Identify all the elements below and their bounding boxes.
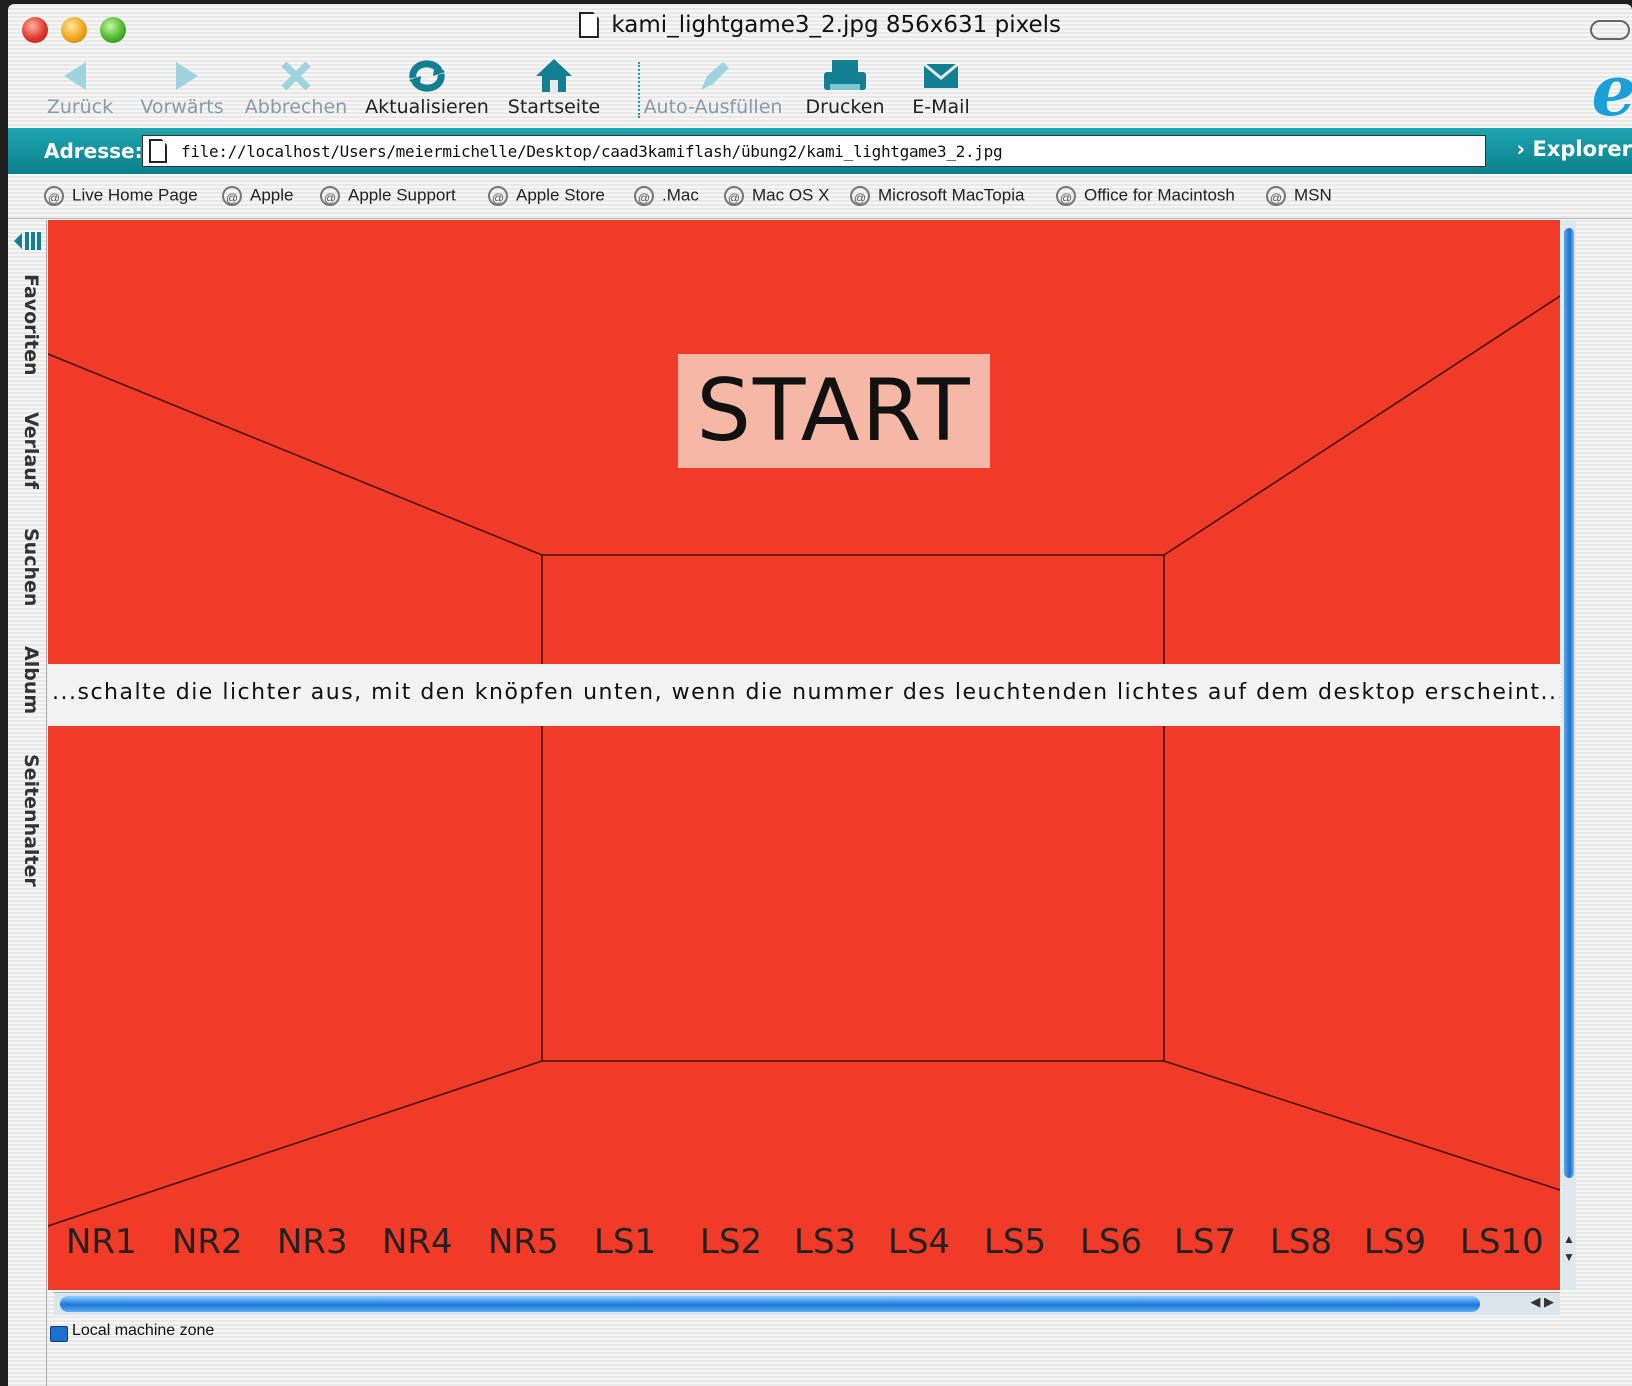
side-tab-favoriten[interactable]: Favoriten (12, 274, 42, 376)
favorite-office-for-macintosh[interactable]: @ Office for Macintosh (1056, 185, 1235, 206)
favorite-apple-support[interactable]: @ Apple Support (320, 185, 456, 206)
zone-icon (50, 1326, 68, 1342)
game-canvas: START ...schalte die lichter aus, mit de… (48, 220, 1560, 1290)
horizontal-scrollbar[interactable]: ◀ ▶ (54, 1292, 1560, 1315)
window-title: kami_lightgame3_2.jpg 856x631 pixels (611, 12, 1062, 38)
forward-label: Vorwärts (140, 96, 224, 118)
print-label: Drucken (805, 96, 885, 118)
favorite-microsoft-mactopia[interactable]: @ Microsoft MacTopia (850, 185, 1024, 206)
side-tab-album[interactable]: Album (12, 646, 42, 714)
button-ls9[interactable]: LS9 (1364, 1222, 1426, 1262)
button-ls10[interactable]: LS10 (1460, 1222, 1544, 1262)
page-document-icon (149, 139, 167, 163)
toolbar: Zurück Vorwärts Abbrechen Aktualisieren (8, 52, 1632, 128)
back-label: Zurück (46, 96, 114, 118)
forward-arrow-icon (176, 62, 198, 90)
vertical-scroll-arrows[interactable]: ▲ ▼ (1562, 1230, 1576, 1266)
button-ls3[interactable]: LS3 (794, 1222, 856, 1262)
envelope-icon (923, 62, 959, 88)
button-ls7[interactable]: LS7 (1174, 1222, 1236, 1262)
stop-label: Abbrechen (244, 96, 348, 118)
favorite-apple-store[interactable]: @ Apple Store (488, 185, 605, 206)
address-bar: Adresse: file://localhost/Users/meiermic… (8, 128, 1632, 174)
print-button[interactable]: Drucken (800, 56, 890, 124)
at-sign-icon: @ (724, 185, 744, 206)
at-sign-icon: @ (850, 185, 870, 206)
side-tab-verlauf[interactable]: Verlauf (12, 412, 42, 489)
status-bar: Local machine zone (8, 1316, 1632, 1346)
horizontal-scroll-thumb[interactable] (60, 1296, 1480, 1312)
home-icon (536, 59, 572, 92)
button-nr1[interactable]: NR1 (66, 1222, 137, 1262)
start-button[interactable]: START (678, 354, 990, 468)
explorer-sidebar-tabs: Favoriten Verlauf Suchen Album Seitenhal… (8, 220, 47, 1386)
mail-label: E-Mail (912, 96, 970, 118)
side-tab-seitenhalter[interactable]: Seitenhalter (12, 754, 42, 887)
button-ls6[interactable]: LS6 (1080, 1222, 1142, 1262)
refresh-button[interactable]: Aktualisieren (364, 56, 490, 124)
favorite-live-home-page[interactable]: @ Live Home Page (44, 185, 198, 206)
autofill-icon (701, 62, 729, 90)
at-sign-icon: @ (488, 185, 508, 206)
at-sign-icon: @ (1056, 185, 1076, 206)
explorer-label: Explorer (1532, 137, 1632, 161)
at-sign-icon: @ (222, 185, 242, 206)
favorite-dotmac[interactable]: @ .Mac (634, 185, 699, 206)
address-label: Adresse: (44, 139, 143, 163)
button-nr3[interactable]: NR3 (277, 1222, 348, 1262)
button-ls4[interactable]: LS4 (888, 1222, 950, 1262)
title-bar: kami_lightgame3_2.jpg 856x631 pixels (8, 4, 1632, 52)
back-arrow-icon (64, 62, 86, 90)
status-zone-text: Local machine zone (72, 1322, 215, 1339)
browser-window: kami_lightgame3_2.jpg 856x631 pixels Zur… (8, 4, 1632, 1386)
vertical-scroll-thumb[interactable] (1564, 228, 1574, 1178)
home-button[interactable]: Startseite (506, 56, 602, 124)
horizontal-scroll-arrows[interactable]: ◀ ▶ (1530, 1294, 1554, 1310)
stop-button[interactable]: Abbrechen (244, 56, 348, 124)
at-sign-icon: @ (634, 185, 654, 206)
button-ls5[interactable]: LS5 (984, 1222, 1046, 1262)
mail-button[interactable]: E-Mail (906, 56, 976, 124)
address-input[interactable]: file://localhost/Users/meiermichelle/Des… (142, 135, 1486, 167)
at-sign-icon: @ (320, 185, 340, 206)
document-icon (578, 12, 599, 38)
favorite-msn[interactable]: @ MSN (1266, 185, 1332, 206)
autofill-button[interactable]: Auto-Ausfüllen (638, 56, 788, 124)
button-ls2[interactable]: LS2 (700, 1222, 762, 1262)
forward-button[interactable]: Vorwärts (136, 56, 228, 124)
instruction-text: ...schalte die lichter aus, mit den knöp… (48, 664, 1560, 726)
favorite-apple[interactable]: @ Apple (222, 185, 293, 206)
favorite-mac-os-x[interactable]: @ Mac OS X (724, 185, 829, 206)
toolbar-toggle-button[interactable] (1590, 20, 1630, 40)
button-nr2[interactable]: NR2 (172, 1222, 243, 1262)
button-ls1[interactable]: LS1 (594, 1222, 656, 1262)
refresh-icon (409, 60, 445, 92)
back-button[interactable]: Zurück (44, 56, 116, 124)
address-url[interactable]: file://localhost/Users/meiermichelle/Des… (181, 142, 1003, 161)
vertical-scrollbar[interactable] (1562, 220, 1576, 1290)
explorer-link[interactable]: › Explorer (1517, 137, 1632, 161)
favorites-bar: @ Live Home Page @ Apple @ Apple Support @ A… (8, 174, 1632, 219)
stop-x-icon (281, 61, 311, 91)
refresh-label: Aktualisieren (365, 96, 489, 118)
printer-icon (824, 60, 866, 90)
button-nr4[interactable]: NR4 (382, 1222, 453, 1262)
at-sign-icon: @ (44, 185, 64, 206)
home-label: Startseite (507, 96, 601, 118)
window-title-group: kami_lightgame3_2.jpg 856x631 pixels (8, 12, 1632, 38)
sidebar-toggle-icon[interactable] (12, 230, 42, 252)
internet-explorer-logo: e (1591, 49, 1632, 132)
button-ls8[interactable]: LS8 (1270, 1222, 1332, 1262)
at-sign-icon: @ (1266, 185, 1286, 206)
button-nr5[interactable]: NR5 (488, 1222, 559, 1262)
autofill-label: Auto-Ausfüllen (643, 96, 783, 118)
side-tab-suchen[interactable]: Suchen (12, 528, 42, 606)
